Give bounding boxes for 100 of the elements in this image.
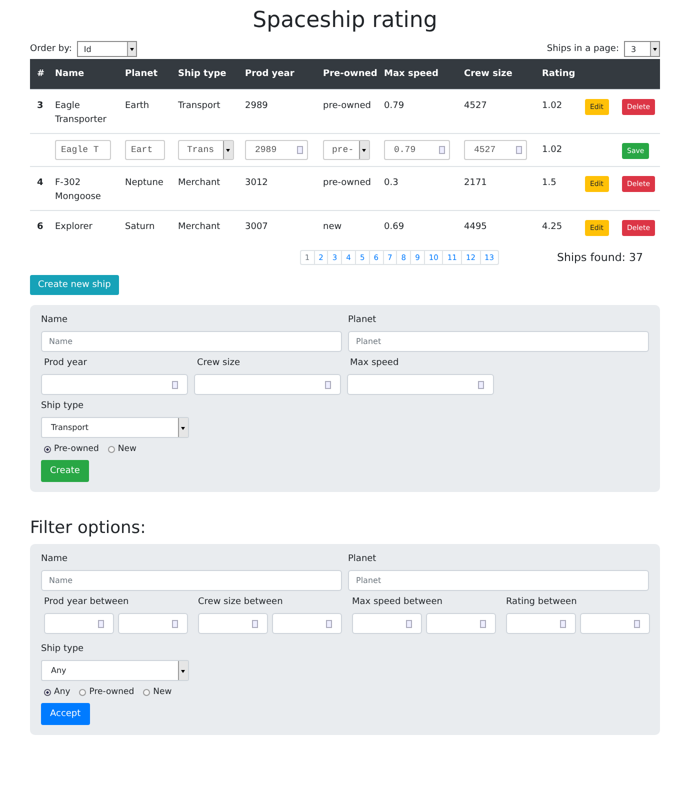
- caret-icon: [126, 42, 136, 56]
- table-cell: 6: [37, 222, 44, 232]
- order-by-label: Order by:: [30, 44, 72, 54]
- caret-icon: [178, 418, 188, 437]
- create-button[interactable]: Create: [41, 460, 89, 482]
- name-input[interactable]: Name: [41, 570, 342, 591]
- number-input[interactable]: [352, 613, 422, 634]
- page-size-label: Ships in a page:: [546, 44, 619, 54]
- caret-icon: [223, 141, 233, 159]
- spinner-icon: [172, 620, 178, 628]
- table-cell: new: [323, 222, 342, 232]
- field-label: Crew size: [196, 358, 241, 368]
- ship-type-select[interactable]: Any: [41, 660, 189, 681]
- caret-icon: [359, 141, 369, 159]
- table-cell: Merchant: [178, 222, 220, 232]
- number-input[interactable]: [272, 613, 342, 634]
- ship-type-select[interactable]: Trans: [178, 140, 234, 160]
- spinner-icon: [560, 620, 566, 628]
- field-label: Planet: [348, 315, 378, 325]
- planet-input[interactable]: Planet: [348, 570, 649, 591]
- name-input[interactable]: Eagle T: [55, 140, 111, 160]
- column-header: Max speed: [384, 69, 438, 79]
- column-header: Crew size: [464, 69, 512, 79]
- table-cell: 3007: [245, 222, 268, 232]
- number-input[interactable]: [347, 374, 494, 395]
- max-speed-input[interactable]: 0.79: [384, 140, 450, 160]
- table-cell: 4: [37, 178, 44, 188]
- table-cell: Explorer: [55, 222, 92, 232]
- field-label: Ship type: [41, 644, 85, 654]
- column-header: Planet: [125, 69, 158, 79]
- table-cell: Earth: [125, 101, 150, 111]
- table-cell: Merchant: [178, 178, 220, 188]
- spinner-icon: [172, 380, 178, 388]
- spinner-icon: [634, 620, 640, 628]
- column-header: Ship type: [178, 69, 226, 79]
- spinner-icon: [406, 620, 412, 628]
- ship-type-select[interactable]: Transport: [41, 417, 189, 438]
- field-label: Name: [41, 315, 69, 325]
- table-cell: Eagle Transporter: [55, 101, 106, 125]
- filter-heading: Filter options:: [30, 518, 147, 538]
- spinner-icon: [516, 146, 522, 154]
- crew-size-input[interactable]: 4527: [464, 140, 527, 160]
- number-input[interactable]: [44, 613, 114, 634]
- spinner-icon: [325, 380, 331, 388]
- table-cell: Neptune: [125, 178, 164, 188]
- table-cell: 2171: [464, 178, 487, 188]
- page-title: Spaceship rating: [252, 7, 438, 35]
- page-size-select[interactable]: 3: [624, 41, 660, 57]
- spinner-icon: [252, 620, 258, 628]
- spinner-icon: [478, 380, 484, 388]
- table-cell: 2989: [245, 101, 268, 111]
- table-cell: 4.25: [542, 222, 562, 232]
- radio-option[interactable]: New: [143, 687, 172, 697]
- planet-input[interactable]: Eart: [125, 140, 165, 160]
- prod-year-input[interactable]: 2989: [245, 140, 308, 160]
- column-header: #: [37, 69, 45, 79]
- spinner-icon: [326, 620, 332, 628]
- table-cell: pre-owned: [323, 101, 371, 111]
- table-cell: 3: [37, 101, 44, 111]
- create-new-ship-button[interactable]: Create new ship: [30, 275, 119, 295]
- name-input[interactable]: Name: [41, 331, 342, 352]
- number-input[interactable]: [426, 613, 496, 634]
- number-input[interactable]: [580, 613, 650, 634]
- pre-owned-select[interactable]: pre-: [323, 140, 370, 160]
- planet-input[interactable]: Planet: [348, 331, 649, 352]
- column-header: Name: [55, 69, 84, 79]
- field-label: Crew size between: [197, 597, 284, 607]
- radio-option[interactable]: New: [108, 444, 136, 454]
- caret-icon: [650, 42, 659, 56]
- field-label: Ship type: [41, 401, 85, 411]
- table-cell: 0.3: [384, 178, 398, 188]
- number-input[interactable]: [198, 613, 268, 634]
- table-cell: 0.69: [384, 222, 404, 232]
- radio-option[interactable]: Any: [44, 687, 70, 697]
- table-cell: Saturn: [125, 222, 155, 232]
- accept-button[interactable]: Accept: [41, 703, 90, 725]
- spinner-icon: [480, 620, 486, 628]
- field-label: Planet: [348, 554, 378, 564]
- table-cell: Transport: [178, 101, 220, 111]
- number-input[interactable]: [41, 374, 188, 395]
- radio-option[interactable]: Pre-owned: [44, 444, 99, 454]
- column-header: Pre-owned: [323, 69, 378, 79]
- table-cell: 0.79: [384, 101, 404, 111]
- spinner-icon: [297, 146, 303, 154]
- table-cell: 3012: [245, 178, 268, 188]
- field-label: Rating between: [505, 597, 578, 607]
- field-label: Prod year between: [43, 597, 130, 607]
- spinner-icon: [439, 146, 445, 154]
- number-input[interactable]: [506, 613, 576, 634]
- order-by-select[interactable]: Id: [76, 41, 137, 57]
- field-label: Name: [41, 554, 69, 564]
- column-header: Rating: [542, 69, 576, 79]
- field-label: Prod year: [43, 358, 88, 368]
- field-label: Max speed: [349, 358, 400, 368]
- number-input[interactable]: [194, 374, 341, 395]
- number-input[interactable]: [118, 613, 188, 634]
- caret-icon: [178, 661, 188, 680]
- field-label: Max speed between: [351, 597, 444, 607]
- table-cell: 4527: [464, 101, 487, 111]
- radio-option[interactable]: Pre-owned: [79, 687, 134, 697]
